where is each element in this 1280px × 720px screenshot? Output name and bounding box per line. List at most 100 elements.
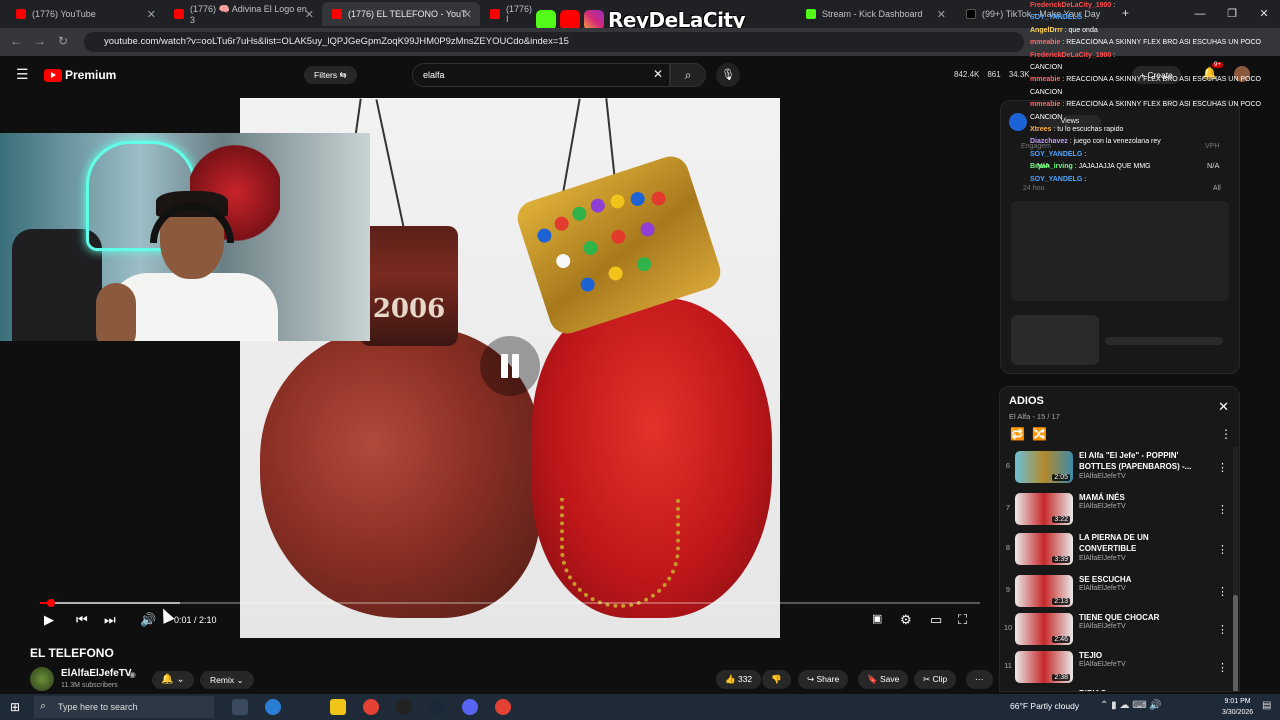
taskbar-search-input[interactable]: Type here to search	[34, 696, 214, 718]
previous-icon[interactable]: ⏮	[76, 612, 88, 628]
remix-label: Remix	[210, 675, 235, 685]
more-vert-icon[interactable]: ⋮	[1217, 585, 1228, 598]
chat-text: juego con la venezolana rey	[1073, 138, 1161, 146]
playlist-item-title[interactable]: TIENE QUE CHOCAR	[1079, 612, 1199, 623]
playlist-item[interactable]: 9 2:13 SE ESCUCHA ElAlfaElJefeTV ⋮	[1000, 573, 1228, 613]
steam-icon[interactable]	[429, 699, 445, 715]
loading-placeholder	[1011, 315, 1099, 365]
remix-button[interactable]: Remix ⌄	[200, 671, 254, 689]
close-tab-icon[interactable]: ✕	[937, 8, 946, 21]
tab-label: Stream - Kick Dashboard	[822, 9, 923, 19]
more-vert-icon[interactable]: ⋮	[1217, 543, 1228, 556]
more-vert-icon[interactable]: ⋮	[1217, 661, 1228, 674]
close-tab-icon[interactable]: ✕	[463, 8, 472, 21]
youtube-logo[interactable]: Premium	[44, 68, 116, 82]
windows-start-icon[interactable]: ⊞	[10, 700, 20, 714]
more-vert-icon[interactable]: ⋮	[1217, 623, 1228, 636]
playlist-item-title[interactable]: LA PIERNA DE UN CONVERTIBLE	[1079, 532, 1199, 554]
system-tray-icons[interactable]: ⌃ ▮ ☁ ⌨ 🔊	[1100, 700, 1162, 711]
chrome-icon[interactable]	[363, 699, 379, 715]
playlist-item-title[interactable]: SE ESCUCHA	[1079, 574, 1199, 585]
voice-search-button[interactable]: 🎙	[716, 63, 740, 87]
playlist-item-title[interactable]: TEJIO	[1079, 650, 1199, 661]
share-button[interactable]: ↪ Share	[798, 670, 849, 689]
playlist-item-title[interactable]: MAMÁ INÉS	[1079, 492, 1199, 503]
playlist-item[interactable]: 6 2:05 El Alfa "El Jefe" - POPPIN' BOTTLES…	[1000, 449, 1228, 489]
dislike-button[interactable]: 👎	[762, 670, 791, 689]
miniplayer-icon[interactable]: ▭	[930, 612, 942, 628]
playlist-item-channel: ElAlfaElJefeTV	[1079, 555, 1126, 562]
clip-button[interactable]: ✂ Clip	[914, 670, 957, 689]
loop-icon[interactable]: 🔁	[1010, 427, 1025, 441]
more-actions-button[interactable]: ⋯	[966, 670, 993, 689]
more-vert-icon[interactable]: ⋮	[1217, 461, 1228, 474]
settings-gear-icon[interactable]: ⚙	[900, 612, 912, 628]
volume-icon[interactable]: 🔊	[140, 612, 156, 628]
more-vert-icon[interactable]: ⋮	[1217, 503, 1228, 516]
search-input[interactable]: elalfa	[412, 63, 670, 87]
play-icon[interactable]: ▶	[44, 612, 54, 628]
next-icon[interactable]: ⏭	[104, 612, 116, 628]
scrollbar-thumb[interactable]	[1233, 595, 1238, 691]
playlist-title[interactable]: ADIOS	[1009, 395, 1044, 407]
like-button[interactable]: 👍 332	[716, 670, 762, 689]
progress-scrubber[interactable]	[46, 599, 55, 607]
channel-name[interactable]: ElAlfaElJefeTV	[61, 668, 132, 679]
playlist-thumbnail[interactable]: 3:39	[1015, 533, 1073, 565]
weather-widget[interactable]: 66°F Partly cloudy	[1010, 701, 1079, 711]
playlist-thumbnail[interactable]: 3:22	[1015, 493, 1073, 525]
playlist-thumbnail[interactable]: 2:46	[1015, 613, 1073, 645]
video-progress-bar[interactable]	[40, 599, 980, 607]
playlist-thumbnail[interactable]: 2:13	[1015, 575, 1073, 607]
edge-browser-icon[interactable]	[265, 699, 281, 715]
close-tab-icon[interactable]: ✕	[147, 8, 156, 21]
pause-overlay-icon[interactable]	[480, 336, 540, 396]
more-vert-icon[interactable]: ⋮	[1220, 427, 1232, 441]
playlist-item[interactable]: 11 2:38 TEJIO ElAlfaElJefeTV ⋮	[1000, 649, 1228, 689]
search-button[interactable]: ⌕	[670, 63, 706, 87]
close-icon[interactable]: ✕	[1218, 399, 1229, 415]
chrome-alt-icon[interactable]	[495, 699, 511, 715]
browser-tab-active[interactable]: (1776) EL TELEFONO - YouT ✕	[322, 2, 480, 26]
playlist-item[interactable]: 10 2:46 TIENE QUE CHOCAR ElAlfaElJefeTV ⋮	[1000, 611, 1228, 651]
back-icon[interactable]: ←	[10, 34, 22, 48]
subscribed-bell-button[interactable]: 🔔 ⌄	[152, 671, 194, 689]
browser-tab[interactable]: (1776) 🧠 Adivina El Logo en 3 ✕	[164, 2, 322, 26]
forward-icon[interactable]: →	[34, 34, 46, 48]
clear-search-icon[interactable]: ✕	[653, 67, 663, 81]
microphone-icon: 🎙	[721, 69, 735, 81]
hamburger-menu-icon[interactable]: ☰	[16, 66, 29, 83]
discord-icon[interactable]	[462, 699, 478, 715]
browser-tab[interactable]: Stream - Kick Dashboard ✕	[796, 2, 954, 26]
save-button[interactable]: 🔖 Save	[858, 670, 909, 689]
playlist-thumbnail[interactable]: 2:05	[1015, 451, 1073, 483]
playlist-item[interactable]: 7 3:22 MAMÁ INÉS ElAlfaElJefeTV ⋮	[1000, 491, 1228, 531]
chat-text: CANCION	[1030, 113, 1063, 121]
playlist-scrollbar[interactable]	[1233, 447, 1238, 691]
playlist-item-channel: ElAlfaElJefeTV	[1079, 661, 1126, 668]
playlist-item[interactable]: 8 3:39 LA PIERNA DE UN CONVERTIBLE ElAlfaEl…	[1000, 531, 1228, 571]
browser-tab[interactable]: (1776) YouTube ✕	[6, 2, 164, 26]
taskbar-clock[interactable]: 9:01 PM 3/30/2026	[1222, 696, 1253, 718]
playlist-thumbnail[interactable]: 2:38	[1015, 651, 1073, 683]
file-explorer-icon[interactable]	[330, 699, 346, 715]
channel-avatar[interactable]	[30, 667, 54, 691]
filters-button[interactable]: Filters ⇆	[304, 66, 357, 84]
chat-text: REACCIONA A SKINNY FLEX BRO ASI ESCUHAS …	[1066, 101, 1261, 109]
task-view-icon[interactable]	[232, 699, 248, 715]
playlist-item-title[interactable]: El Alfa "El Jefe" - POPPIN' BOTTLES (PAP…	[1079, 450, 1199, 472]
playlist-item-title[interactable]: RIPIAO	[1079, 688, 1199, 691]
extension-icon[interactable]: ▣	[872, 612, 882, 625]
reload-icon[interactable]: ↻	[58, 34, 68, 48]
obs-icon[interactable]	[396, 699, 412, 715]
mouse-cursor	[157, 606, 175, 624]
browser-tab[interactable]: (1776) I	[480, 2, 540, 26]
fullscreen-icon[interactable]: ⛶	[958, 612, 967, 628]
url-field[interactable]: youtube.com/watch?v=ooLTu6r7uHs&list=OLA…	[84, 32, 1024, 52]
shuffle-icon[interactable]: 🔀	[1032, 427, 1047, 441]
chat-username: mmeabie	[1030, 39, 1061, 47]
playlist-item-channel: ElAlfaElJefeTV	[1079, 503, 1126, 510]
close-tab-icon[interactable]: ✕	[305, 8, 314, 21]
notification-center-icon[interactable]: ▤	[1262, 700, 1271, 711]
playlist-item[interactable]: RIPIAO	[1000, 687, 1228, 691]
